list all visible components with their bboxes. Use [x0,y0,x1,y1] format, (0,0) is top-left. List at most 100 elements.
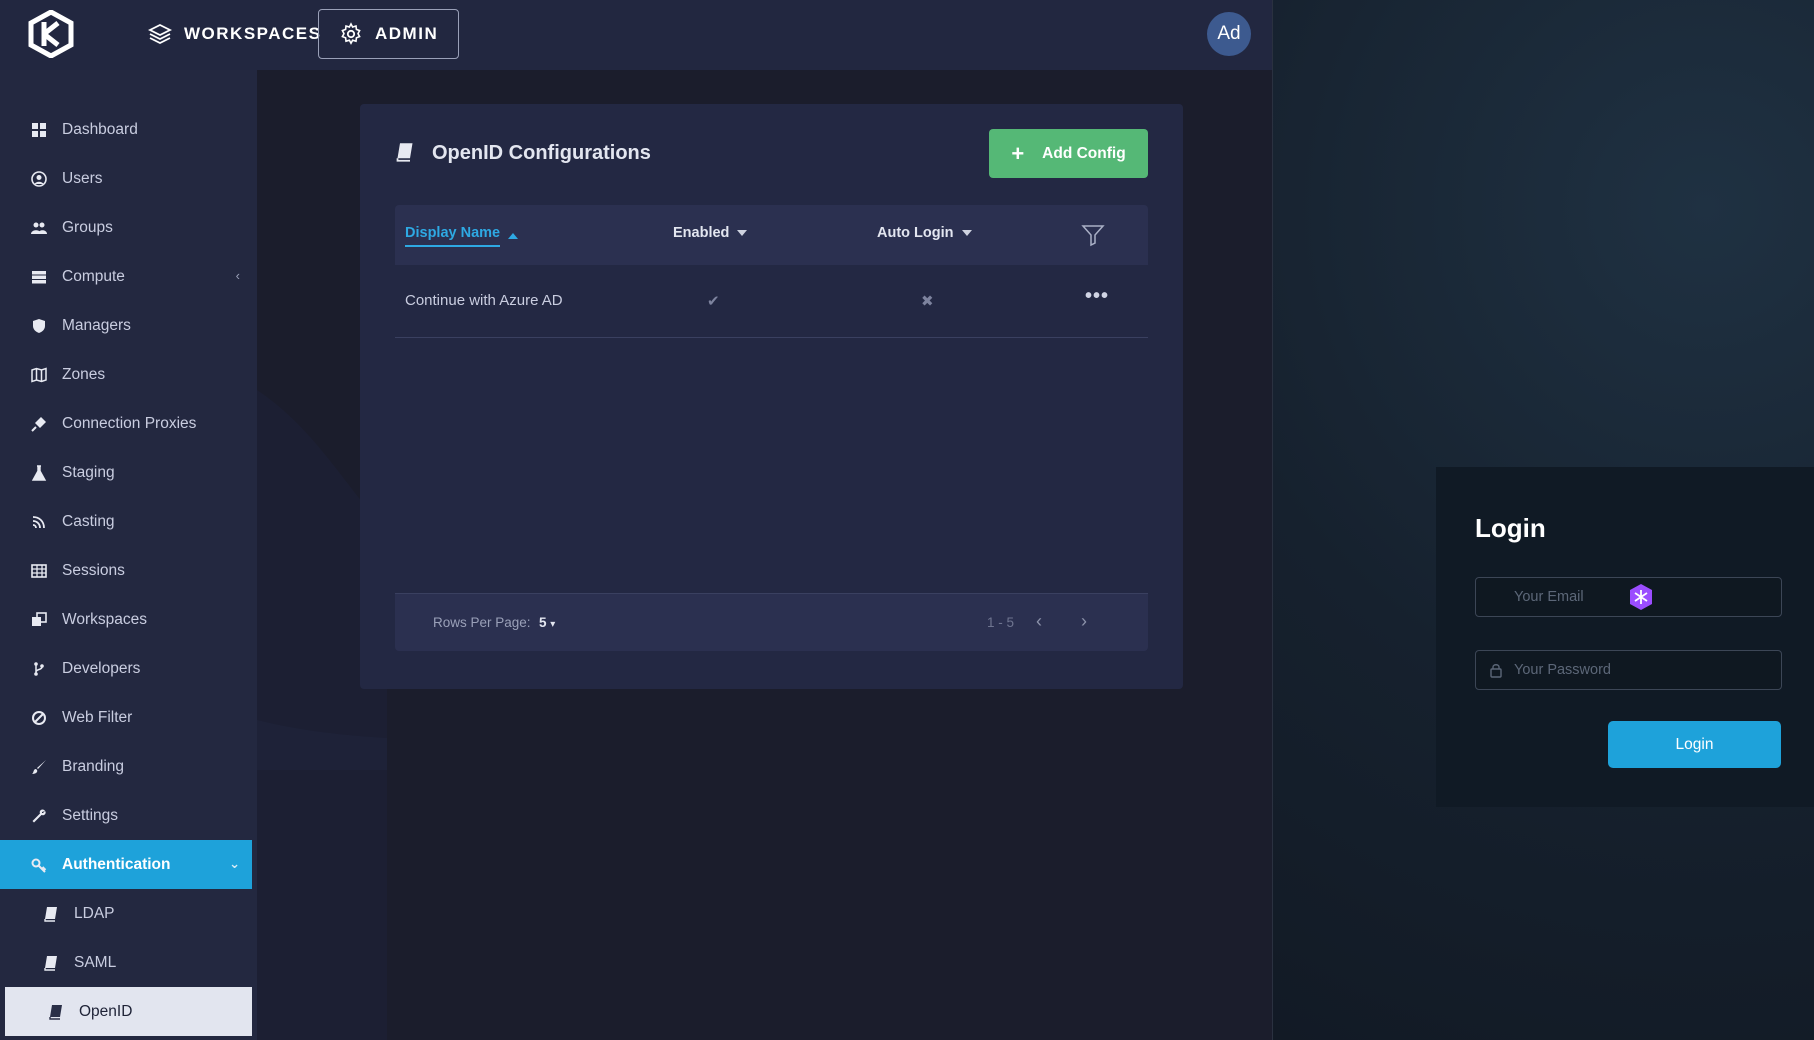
sidebar-item-staging[interactable]: Staging [0,448,252,497]
clone-icon [30,611,48,629]
sidebar-item-compute[interactable]: Compute ‹ [0,252,252,301]
sidebar-item-label: Settings [62,806,119,824]
sidebar-item-label: Zones [62,365,106,383]
chevron-left-icon: ‹ [235,268,240,283]
code-branch-icon [30,660,48,678]
book-icon [42,954,60,972]
caret-down-icon [961,230,972,236]
x-icon: ✖ [921,293,934,310]
book-icon [396,143,413,162]
sidebar-item-label: LDAP [74,904,115,922]
caret-down-icon [737,230,748,236]
kasm-logo-icon[interactable] [28,10,74,58]
lock-icon [1490,664,1502,678]
dashboard-icon [30,121,48,139]
admin-app: WORKSPACES ADMIN Ad Dashboard Users Grou… [0,0,1272,1040]
sidebar-item-label: Authentication [62,855,171,873]
login-card: Login Login [1436,467,1814,807]
admin-nav-label: ADMIN [375,24,439,43]
password-manager-icon[interactable] [1626,582,1656,612]
password-input[interactable] [1514,651,1774,689]
sidebar-item-label: Branding [62,757,125,775]
key-icon [30,856,48,874]
user-avatar[interactable]: Ad [1207,12,1251,56]
sidebar-item-managers[interactable]: Managers [0,301,252,350]
sidebar-item-label: Casting [62,512,115,530]
brush-icon [30,758,48,776]
login-button[interactable]: Login [1608,721,1781,768]
sidebar-item-dashboard[interactable]: Dashboard [0,105,252,154]
caret-down-icon: ▾ [550,619,556,630]
users-icon [30,219,48,237]
book-icon [42,905,60,923]
chevron-left-icon[interactable]: ‹ [1036,611,1042,632]
book-icon [47,1003,65,1021]
sidebar-item-openid[interactable]: OpenID [5,987,252,1036]
page-range: 1 - 5 [987,615,1015,630]
filter-icon[interactable] [1081,223,1105,247]
shield-icon [30,317,48,335]
more-options-icon[interactable]: ••• [1085,285,1109,308]
casting-icon [30,513,48,531]
rows-per-page-select[interactable]: 5 ▾ [539,615,555,630]
sidebar-item-sessions[interactable]: Sessions [0,546,252,595]
sidebar-item-label: SAML [74,953,117,971]
sidebar-item-saml[interactable]: SAML [0,938,252,987]
sidebar-item-label: Compute [62,267,125,285]
sidebar-item-label: Workspaces [62,610,147,628]
sidebar-item-label: Groups [62,218,113,236]
workspaces-nav-label: WORKSPACES [184,24,322,43]
sidebar-item-settings[interactable]: Settings [0,791,252,840]
table-footer: Rows Per Page: 5 ▾ 1 - 5 ‹ › [395,593,1148,651]
workspaces-nav-button[interactable]: WORKSPACES [130,9,341,59]
table-icon [30,562,48,580]
add-config-button[interactable]: + Add Config [989,129,1148,178]
sidebar-item-label: Connection Proxies [62,414,197,432]
user-circle-icon [30,170,48,188]
cell-display-name: Continue with Azure AD [405,292,563,309]
check-icon: ✔ [707,293,720,310]
sidebar-item-label: Web Filter [62,708,133,726]
ban-icon [30,709,48,727]
column-header-display-name[interactable]: Display Name [405,225,519,247]
page-title: OpenID Configurations [432,142,651,164]
server-icon [30,268,48,286]
sidebar-item-ldap[interactable]: LDAP [0,889,252,938]
sidebar-item-groups[interactable]: Groups [0,203,252,252]
sidebar-item-label: Users [62,169,103,187]
sort-ascending-icon [508,233,519,239]
login-title: Login [1475,513,1546,543]
sidebar-item-label: Sessions [62,561,125,579]
sidebar-item-connection-proxies[interactable]: Connection Proxies [0,399,252,448]
sidebar-item-developers[interactable]: Developers [0,644,252,693]
sidebar-item-authentication[interactable]: Authentication ⌄ [0,840,252,889]
password-field[interactable] [1475,650,1782,690]
add-config-label: Add Config [1042,144,1126,162]
chevron-right-icon[interactable]: › [1081,611,1087,632]
sidebar-item-label: Staging [62,463,115,481]
sidebar: Dashboard Users Groups Compute ‹ Manager… [0,70,257,1040]
wrench-icon [30,807,48,825]
sidebar-item-label: Managers [62,316,131,334]
gear-icon [341,22,361,45]
table-row[interactable]: Continue with Azure AD ✔ ✖ ••• [395,265,1148,338]
sidebar-item-branding[interactable]: Branding [0,742,252,791]
login-backdrop: Login Login [1272,0,1814,1040]
top-navbar: WORKSPACES ADMIN Ad [0,0,1272,70]
rows-per-page-label: Rows Per Page: [433,615,531,630]
admin-nav-button[interactable]: ADMIN [318,9,460,59]
sidebar-item-label: Dashboard [62,120,138,138]
map-icon [30,366,48,384]
sidebar-item-users[interactable]: Users [0,154,252,203]
email-field[interactable] [1475,577,1782,617]
column-header-auto-login[interactable]: Auto Login [877,225,972,241]
layers-icon [148,23,172,45]
sidebar-item-label: Developers [62,659,141,677]
column-header-enabled[interactable]: Enabled [673,225,748,241]
table-header: Display Name Enabled Auto Login [395,205,1148,265]
sidebar-item-casting[interactable]: Casting [0,497,252,546]
sidebar-item-workspaces[interactable]: Workspaces [0,595,252,644]
plug-icon [30,415,48,433]
sidebar-item-zones[interactable]: Zones [0,350,252,399]
sidebar-item-web-filter[interactable]: Web Filter [0,693,252,742]
